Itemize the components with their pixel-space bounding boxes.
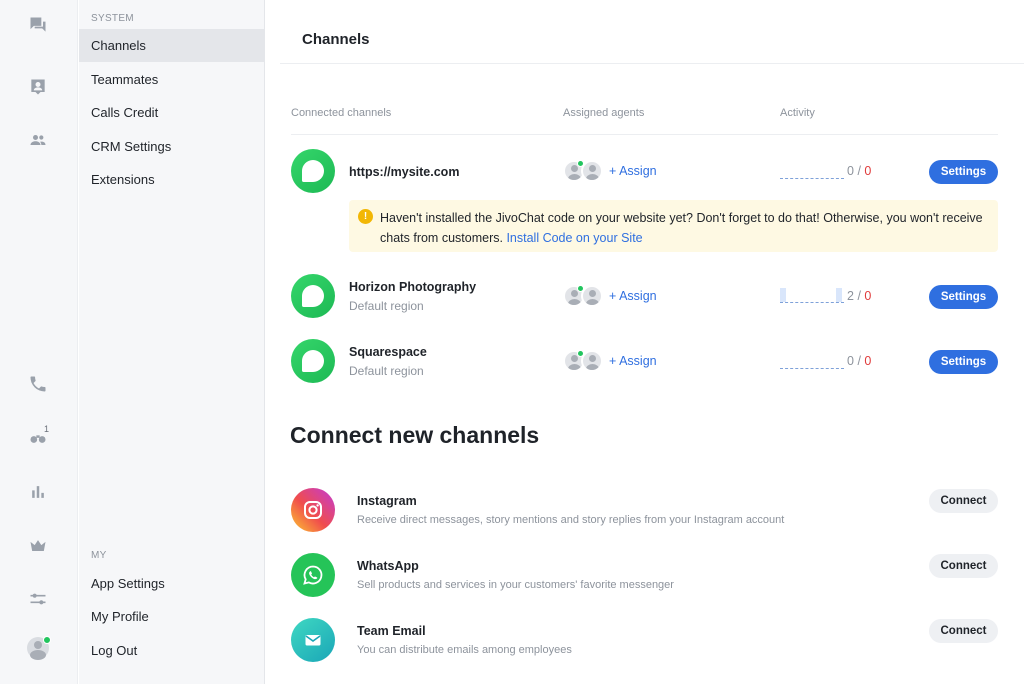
assigned-agents: + Assign	[563, 160, 657, 182]
crown-icon[interactable]	[26, 534, 50, 558]
col-header-activity: Activity	[780, 107, 815, 119]
agent-avatar	[581, 285, 603, 307]
activity-sparkline	[780, 355, 844, 369]
page-header: Channels	[280, 0, 1024, 64]
activity-count: 0 / 0	[847, 354, 872, 368]
nav-item-log-out[interactable]: Log Out	[79, 634, 264, 667]
warning-text: Haven't installed the JivoChat code on y…	[380, 211, 983, 245]
activity-sparkline	[780, 288, 844, 303]
col-header-agents: Assigned agents	[563, 107, 645, 119]
settings-nav: SYSTEM Channels Teammates Calls Credit C…	[79, 0, 265, 684]
install-code-link[interactable]: Install Code on your Site	[506, 231, 642, 245]
nav-item-calls-credit[interactable]: Calls Credit	[79, 96, 264, 129]
install-code-warning: ! Haven't installed the JivoChat code on…	[349, 200, 998, 252]
table-divider	[291, 134, 998, 135]
agent-avatar	[581, 160, 603, 182]
activity-bar	[836, 288, 842, 302]
app-icon-rail: 1	[0, 0, 78, 684]
team-icon[interactable]	[26, 128, 50, 152]
online-status-dot	[43, 636, 51, 644]
phone-icon[interactable]	[26, 372, 50, 396]
jivochat-logo-icon	[291, 149, 335, 193]
sliders-icon[interactable]	[26, 587, 50, 611]
contacts-card-icon[interactable]	[26, 75, 50, 99]
jivochat-logo-icon	[291, 339, 335, 383]
reports-icon[interactable]	[26, 480, 50, 504]
nav-item-my-profile[interactable]: My Profile	[79, 600, 264, 633]
activity-count: 0 / 0	[847, 164, 872, 178]
nav-item-crm-settings[interactable]: CRM Settings	[79, 130, 264, 163]
nav-section-system: SYSTEM	[91, 13, 134, 24]
assign-link[interactable]: + Assign	[609, 289, 657, 303]
new-channel-name: Team Email	[357, 624, 426, 638]
agent-avatar	[581, 350, 603, 372]
assigned-agents: + Assign	[563, 350, 657, 372]
nav-item-channels[interactable]: Channels	[79, 29, 264, 62]
channel-name[interactable]: https://mysite.com	[349, 165, 459, 179]
jivochat-logo-icon	[291, 274, 335, 318]
warning-icon: !	[358, 209, 373, 224]
nav-item-app-settings[interactable]: App Settings	[79, 567, 264, 600]
page-title: Channels	[302, 31, 370, 48]
channel-name[interactable]: Squarespace	[349, 345, 427, 359]
nav-section-my: MY	[91, 550, 107, 561]
activity-bar	[780, 288, 786, 302]
online-status-dot	[577, 160, 584, 167]
connect-button[interactable]: Connect	[929, 554, 998, 578]
visitors-badge: 1	[44, 424, 50, 434]
new-channel-desc: You can distribute emails among employee…	[357, 644, 572, 656]
avatar[interactable]	[26, 636, 51, 660]
new-channel-name: Instagram	[357, 494, 417, 508]
chats-icon[interactable]	[26, 13, 50, 37]
mail-icon	[291, 618, 335, 662]
online-status-dot	[577, 350, 584, 357]
assigned-agents: + Assign	[563, 285, 657, 307]
settings-button[interactable]: Settings	[929, 350, 998, 374]
new-channel-name: WhatsApp	[357, 559, 419, 573]
activity-sparkline	[780, 165, 844, 179]
instagram-icon	[291, 488, 335, 532]
settings-button[interactable]: Settings	[929, 160, 998, 184]
connect-button[interactable]: Connect	[929, 619, 998, 643]
nav-item-teammates[interactable]: Teammates	[79, 63, 264, 96]
main-content: Channels Connected channels Assigned age…	[266, 0, 1024, 684]
whatsapp-icon	[291, 553, 335, 597]
section-title: Connect new channels	[290, 422, 540, 448]
connect-button[interactable]: Connect	[929, 489, 998, 513]
assign-link[interactable]: + Assign	[609, 354, 657, 368]
channel-region: Default region	[349, 299, 424, 313]
channel-region: Default region	[349, 364, 424, 378]
settings-button[interactable]: Settings	[929, 285, 998, 309]
channel-name[interactable]: Horizon Photography	[349, 280, 476, 294]
activity-count: 2 / 0	[847, 289, 872, 303]
col-header-connected: Connected channels	[291, 107, 392, 119]
new-channel-desc: Receive direct messages, story mentions …	[357, 514, 785, 526]
online-status-dot	[577, 285, 584, 292]
new-channel-desc: Sell products and services in your custo…	[357, 579, 674, 591]
nav-item-extensions[interactable]: Extensions	[79, 163, 264, 196]
assign-link[interactable]: + Assign	[609, 164, 657, 178]
